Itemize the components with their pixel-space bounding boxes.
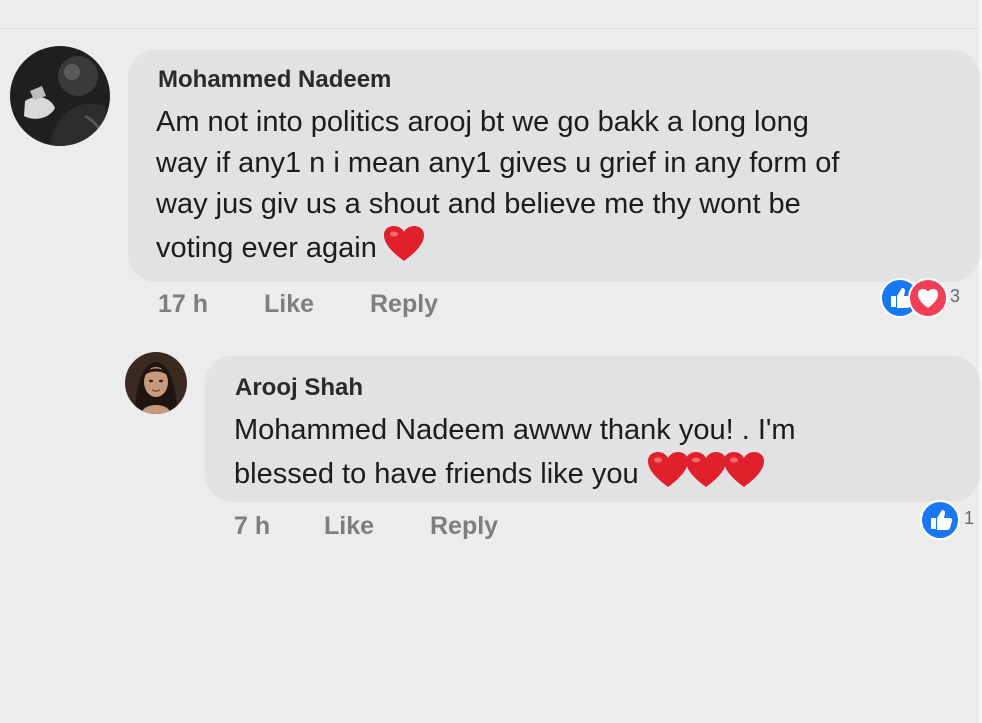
reaction-count: 1 [964,508,975,528]
red-heart-icon [383,225,425,263]
like-icon [920,500,960,540]
avatar[interactable] [10,46,110,146]
comment-line: blessed to have friends like you [234,458,639,490]
avatar[interactable] [125,352,187,414]
reaction-summary[interactable]: 1 [920,500,980,540]
comment-text: Am not into politics arooj bt we go bakk… [156,102,971,269]
comment-line: Am not into politics arooj bt we go bakk… [156,106,809,138]
like-link[interactable]: Like [324,512,374,541]
comment-line-last: blessed to have friends like you [234,451,969,501]
comment-actions: 17 h Like Reply [158,290,558,322]
comment-line: voting ever again [156,232,377,264]
love-icon [908,278,948,318]
comment-text: Mohammed Nadeem awww thank you! . I'm bl… [234,410,969,501]
reply-link[interactable]: Reply [370,290,438,319]
red-heart-icon [685,452,726,487]
red-heart-icon [647,452,688,487]
reaction-count: 3 [950,286,961,306]
profile-photo-man-icon [10,46,110,146]
red-heart-icon [723,452,764,487]
reply-link[interactable]: Reply [430,512,498,541]
hearts-group [647,451,764,501]
comment-author[interactable]: Mohammed Nadeem [158,66,391,94]
comment-timestamp[interactable]: 7 h [234,512,270,541]
like-link[interactable]: Like [264,290,314,319]
comment-line: Mohammed Nadeem awww thank you! . I'm [234,414,796,446]
reaction-summary[interactable]: 3 [880,278,980,318]
comment-line-last: voting ever again [156,225,971,269]
comment-actions: 7 h Like Reply [234,512,634,544]
comment-timestamp[interactable]: 17 h [158,290,208,319]
comment-author[interactable]: Arooj Shah [235,374,363,402]
comment-line: way if any1 n i mean any1 gives u grief … [156,147,840,179]
top-divider [0,28,982,29]
profile-photo-woman-icon [125,352,187,414]
comment-line: way jus giv us a shout and believe me th… [156,188,801,220]
